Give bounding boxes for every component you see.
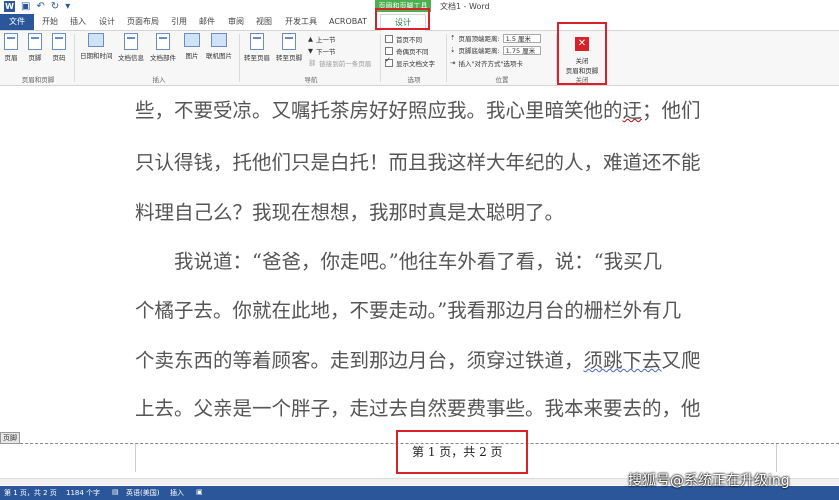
status-page[interactable]: 第 1 页，共 2 页	[4, 488, 57, 498]
page-number-icon	[52, 33, 66, 50]
word-logo-icon: W	[4, 1, 15, 12]
goto-footer-button[interactable]: 转至页脚	[276, 33, 302, 62]
date-time-button[interactable]: 日期和时间	[80, 33, 113, 60]
quick-access-toolbar: W ▣ ↶ ↻ ▾	[4, 1, 70, 12]
header-top-distance-input[interactable]: 1.5 厘米	[502, 33, 541, 43]
document-title: 文档1 - Word	[440, 2, 490, 11]
show-document-text-checkbox[interactable]: 显示文档文字	[385, 56, 435, 68]
insert-alignment-tab-button[interactable]: ⇥ 插入"对齐方式"选项卡	[450, 58, 523, 68]
first-page-different-checkbox[interactable]: 首页不同	[385, 34, 422, 44]
status-language[interactable]: 英语(美国)	[126, 488, 159, 498]
close-icon: ✕	[575, 37, 589, 51]
group-label-options: 选项	[407, 76, 421, 84]
online-picture-icon	[211, 33, 227, 47]
footer-button[interactable]: 页脚	[28, 33, 42, 62]
tab-acrobat[interactable]: ACROBAT	[326, 14, 370, 30]
header-icon	[4, 33, 18, 50]
link-to-previous-button[interactable]: ⛓ 链接到前一条页眉	[308, 58, 371, 68]
tab-review[interactable]: 审阅	[224, 14, 248, 30]
undo-icon[interactable]: ↶	[36, 1, 44, 12]
doc-info-icon	[124, 33, 138, 50]
status-mode[interactable]: 插入	[170, 488, 184, 498]
spelling-flag: 迂	[622, 99, 643, 122]
quick-parts-button[interactable]: 文档部件	[150, 33, 176, 62]
footer-icon	[28, 33, 42, 50]
goto-header-icon	[250, 33, 264, 50]
macro-icon[interactable]: ▣	[196, 488, 203, 496]
tab-home[interactable]: 开始	[38, 14, 62, 30]
watermark: 搜狐号@系统正在升级ing	[628, 473, 790, 489]
tab-developer[interactable]: 开发工具	[282, 14, 320, 30]
title-bar: W ▣ ↶ ↻ ▾ 页眉和页脚工具 文档1 - Word	[0, 0, 839, 14]
footer-bottom-distance-input[interactable]: 1.75 厘米	[502, 45, 541, 55]
header-distance-icon: ⇡	[450, 34, 456, 42]
text-line: 上去。父亲是一个胖子，走过去自然要费事些。我本来要去的，他	[135, 397, 701, 420]
odd-even-different-checkbox[interactable]: 奇偶页不同	[385, 46, 429, 56]
checkbox-checked-icon	[385, 56, 393, 67]
goto-header-button[interactable]: 转至页眉	[244, 33, 270, 62]
page-number-button[interactable]: 页码	[52, 33, 66, 62]
contextual-tab-group: 页眉和页脚工具	[375, 0, 431, 12]
tab-header-footer-design[interactable]: 设计	[380, 14, 426, 32]
group-label-header-footer: 页眉和页脚	[21, 76, 55, 84]
group-divider	[74, 34, 75, 82]
document-area[interactable]: 些，不要受凉。又嘱托茶房好好照应我。我心里暗笑他的迂；他们 只认得钱，托他们只是…	[0, 86, 839, 485]
footer-distance-icon: ⇣	[450, 46, 456, 54]
text-line: 只认得钱，托他们只是白托！而且我这样大年纪的人，难道还不能	[135, 151, 701, 174]
checkbox-icon	[385, 47, 393, 55]
redo-icon[interactable]: ↻	[51, 1, 59, 12]
group-label-close: 关闭	[575, 76, 589, 84]
footer-page-number[interactable]: 第 1 页，共 2 页	[412, 443, 503, 460]
text-line: 些，不要受凉。又嘱托茶房好好照应我。我心里暗笑他的迂；他们	[135, 99, 701, 122]
next-section-button[interactable]: ▼ 下一节	[308, 46, 336, 56]
footer-bottom-distance: ⇣ 页脚底端距离: 1.75 厘米	[450, 45, 541, 55]
checkbox-icon	[385, 35, 393, 43]
quick-parts-icon	[156, 33, 170, 50]
alignment-tab-icon: ⇥	[450, 59, 456, 67]
header-button[interactable]: 页眉	[4, 33, 18, 62]
status-word-count[interactable]: 1184 个字	[66, 488, 100, 498]
group-divider	[556, 34, 557, 82]
link-icon: ⛓	[308, 59, 317, 67]
tab-mailings[interactable]: 邮件	[195, 14, 219, 30]
save-icon[interactable]: ▣	[21, 1, 30, 12]
proofing-icon[interactable]: ▤	[112, 488, 119, 496]
text-line: 料理自己么？我现在想想，我那时真是太聪明了。	[135, 201, 565, 224]
footer-tag: 页脚	[0, 432, 20, 444]
online-picture-button[interactable]: 联机图片	[206, 33, 232, 60]
previous-section-button[interactable]: ▲ 上一节	[308, 34, 336, 44]
text-line: 个橘子去。你就在此地，不要走动。”我看那边月台的栅栏外有几	[135, 299, 682, 322]
calendar-icon	[88, 33, 105, 47]
group-label-navigation: 导航	[304, 76, 318, 84]
tab-references[interactable]: 引用	[167, 14, 191, 30]
doc-info-button[interactable]: 文档信息	[118, 33, 144, 62]
customize-qat-icon[interactable]: ▾	[65, 1, 70, 12]
picture-button[interactable]: 图片	[184, 33, 200, 60]
tab-layout[interactable]: 页面布局	[124, 14, 162, 30]
text-line: 我说道：“爸爸，你走吧。”他往车外看了看，说：“我买几	[135, 250, 663, 273]
ribbon-tabs: 文件 开始 插入 设计 页面布局 引用 邮件 审阅 视图 开发工具 ACROBA…	[0, 14, 839, 32]
tab-insert[interactable]: 插入	[66, 14, 90, 30]
group-divider	[446, 34, 447, 82]
header-top-distance: ⇡ 页眉顶端距离: 1.5 厘米	[450, 33, 541, 43]
tab-view[interactable]: 视图	[252, 14, 276, 30]
group-label-position: 位置	[495, 76, 509, 84]
grammar-flag: 须跳下去	[583, 349, 662, 372]
group-divider	[380, 34, 381, 82]
text-line: 个卖东西的等着顾客。走到那边月台，须穿过铁道，须跳下去又爬	[135, 349, 701, 372]
group-divider	[239, 34, 240, 82]
close-header-footer-button[interactable]: ✕ 关闭 页眉和页脚	[560, 33, 604, 75]
arrow-up-icon: ▲	[308, 35, 313, 43]
group-label-insert: 插入	[152, 76, 166, 84]
ribbon: 页眉 页脚 页码 页眉和页脚 日期和时间 文档信息 文档部件 图片 联机图片 插…	[0, 31, 839, 86]
tab-file[interactable]: 文件	[0, 14, 34, 30]
arrow-down-icon: ▼	[308, 47, 313, 55]
goto-footer-icon	[282, 33, 296, 50]
tab-design[interactable]: 设计	[95, 14, 119, 30]
picture-icon	[184, 33, 200, 47]
